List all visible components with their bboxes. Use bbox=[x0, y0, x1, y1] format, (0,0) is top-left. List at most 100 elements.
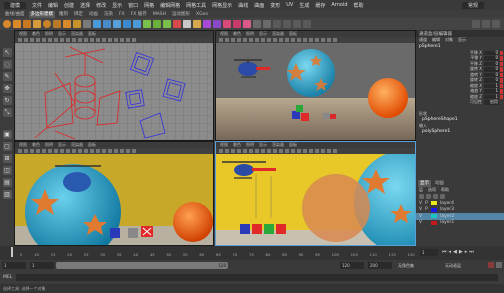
menu-file[interactable]: 文件 bbox=[32, 2, 42, 9]
play-back-icon[interactable]: ◀ bbox=[453, 249, 457, 255]
extrude-icon[interactable] bbox=[143, 20, 151, 28]
side-by-side-icon[interactable]: ◫ bbox=[2, 166, 12, 175]
menu-mesh-display[interactable]: 网格显示 bbox=[212, 2, 232, 9]
cb-menu-show[interactable]: 显示 bbox=[458, 37, 466, 43]
four-view-icon[interactable]: ⊞ bbox=[2, 154, 12, 163]
go-end-icon[interactable]: ⏭ bbox=[469, 249, 474, 255]
workspace-dropdown[interactable]: 建模 bbox=[4, 1, 27, 9]
menu-uv[interactable]: UV bbox=[286, 2, 293, 8]
bridge-icon[interactable] bbox=[153, 20, 161, 28]
tool-settings-icon[interactable] bbox=[482, 20, 490, 28]
visibility-toggle[interactable]: V bbox=[419, 201, 422, 206]
tab-fx-caching[interactable]: FX 缓存 bbox=[129, 11, 149, 18]
step-forward-icon[interactable]: ▸ bbox=[465, 249, 468, 255]
attr-editor-icon[interactable] bbox=[472, 20, 480, 28]
right-workspace-dropdown[interactable]: 常规 bbox=[461, 1, 484, 9]
visibility-toggle[interactable]: V bbox=[419, 214, 422, 219]
auto-key-icon[interactable] bbox=[488, 262, 494, 268]
range-slider[interactable]: 120 bbox=[56, 262, 228, 269]
bevel-icon[interactable] bbox=[163, 20, 171, 28]
tab-display-layers[interactable]: 显示 bbox=[418, 180, 431, 187]
tab-anim-layers[interactable]: 动画 bbox=[433, 180, 446, 187]
viewport-bottom-left[interactable]: 视图 着色 照明 显示 渲染器 面板 bbox=[14, 141, 214, 246]
anim-layer-dropdown[interactable]: 无动画层 bbox=[445, 262, 485, 269]
tab-xgen[interactable]: XGen bbox=[194, 11, 210, 18]
snap-grid-icon[interactable] bbox=[273, 20, 281, 28]
lasso-tool-icon[interactable]: ◌ bbox=[2, 60, 12, 69]
quad-draw-icon[interactable] bbox=[193, 20, 201, 28]
separate-icon[interactable] bbox=[103, 20, 111, 28]
current-frame-marker[interactable] bbox=[11, 247, 13, 257]
object-name[interactable]: pSphere1 bbox=[416, 43, 504, 50]
move-layer-up-icon[interactable] bbox=[419, 194, 424, 199]
viewport-bottom-right[interactable]: 视图 着色 照明 显示 渲染器 面板 bbox=[215, 141, 416, 246]
single-view-icon[interactable]: ▢ bbox=[2, 142, 12, 151]
rotate-tool-icon[interactable]: ↻ bbox=[2, 96, 12, 105]
hypershade-icon[interactable] bbox=[253, 20, 261, 28]
boolean-icon[interactable] bbox=[123, 20, 131, 28]
platonic-icon[interactable] bbox=[73, 20, 81, 28]
playback-end-field[interactable]: 120 bbox=[340, 262, 364, 269]
scale-tool-icon[interactable]: ⤡ bbox=[2, 108, 12, 117]
start-frame-field[interactable]: 1 bbox=[2, 262, 26, 269]
last-tool-icon[interactable]: ▣ bbox=[2, 130, 12, 139]
select-tool-icon[interactable]: ↖ bbox=[2, 48, 12, 57]
menu-cache[interactable]: 缓存 bbox=[315, 2, 325, 9]
cb-menu-object[interactable]: 对象 bbox=[445, 37, 453, 43]
menu-edit-mesh[interactable]: 编辑网格 bbox=[160, 2, 180, 9]
channel-row[interactable]: 可见性 启用 bbox=[416, 99, 504, 106]
menu-curves[interactable]: 曲线 bbox=[238, 2, 248, 9]
multicut-icon[interactable] bbox=[173, 20, 181, 28]
viewport-top-right[interactable]: 视图 着色 照明 显示 渲染器 面板 bbox=[215, 30, 416, 141]
poly-cylinder-icon[interactable] bbox=[23, 20, 31, 28]
move-layer-down-icon[interactable] bbox=[426, 194, 431, 199]
combine-icon[interactable] bbox=[93, 20, 101, 28]
anim-end-field[interactable]: 200 bbox=[368, 262, 392, 269]
render-icon[interactable] bbox=[223, 20, 231, 28]
target-weld-icon[interactable] bbox=[183, 20, 191, 28]
menu-display[interactable]: 显示 bbox=[112, 2, 122, 9]
step-back-icon[interactable]: ◂ bbox=[449, 249, 452, 255]
current-frame-field[interactable]: 1 bbox=[420, 249, 438, 256]
move-tool-icon[interactable]: ✥ bbox=[2, 84, 12, 93]
layer-color-swatch[interactable] bbox=[430, 207, 437, 212]
layer-menu-options[interactable]: 选项 bbox=[428, 187, 436, 193]
time-slider[interactable]: 5 10 15 20 25 30 35 40 45 50 55 60 65 70 75 80 85 90 9… bbox=[0, 246, 504, 260]
history-icon[interactable] bbox=[303, 20, 311, 28]
go-start-icon[interactable]: ⏮ bbox=[442, 249, 447, 255]
mirror-icon[interactable] bbox=[133, 20, 141, 28]
tab-poly-modeling[interactable]: 多边形建模 bbox=[28, 10, 56, 18]
character-set-dropdown[interactable]: 无角色集 bbox=[398, 262, 440, 269]
super-shape-icon[interactable] bbox=[83, 20, 91, 28]
layer-menu-layers[interactable]: 层 bbox=[419, 187, 423, 193]
layer-color-swatch[interactable] bbox=[431, 214, 438, 219]
smooth-icon[interactable] bbox=[113, 20, 121, 28]
uv-editor-icon[interactable] bbox=[203, 20, 211, 28]
poly-plane-icon[interactable] bbox=[53, 20, 61, 28]
playback-toggle[interactable]: P bbox=[425, 201, 428, 206]
tab-mash[interactable]: MASH bbox=[151, 11, 168, 18]
poly-sphere-icon[interactable] bbox=[3, 20, 11, 28]
new-layer-icon[interactable] bbox=[433, 194, 438, 199]
uv-planar-icon[interactable] bbox=[213, 20, 221, 28]
menu-arnold[interactable]: Arnold bbox=[331, 2, 347, 8]
render-settings-icon[interactable] bbox=[243, 20, 251, 28]
snap-curve-icon[interactable] bbox=[283, 20, 291, 28]
play-forward-icon[interactable]: ▶ bbox=[459, 249, 463, 255]
layer-menu-help[interactable]: 帮助 bbox=[441, 187, 449, 193]
menu-help[interactable]: 帮助 bbox=[354, 2, 364, 9]
tab-animation[interactable]: 动画 bbox=[87, 11, 100, 18]
layer-row-layer1[interactable]: V layer1 bbox=[416, 220, 504, 227]
menu-modify[interactable]: 修改 bbox=[96, 2, 106, 9]
ipr-icon[interactable] bbox=[233, 20, 241, 28]
mel-label[interactable]: MEL bbox=[3, 274, 12, 281]
prefs-icon[interactable] bbox=[496, 262, 502, 268]
tab-sculpting[interactable]: 雕刻 bbox=[57, 11, 70, 18]
new-layer-selected-icon[interactable] bbox=[440, 194, 445, 199]
menu-generate[interactable]: 生成 bbox=[299, 2, 309, 9]
input-node[interactable]: polySphere1 bbox=[416, 129, 504, 135]
menu-mesh-tools[interactable]: 网格工具 bbox=[186, 2, 206, 9]
layer-color-swatch[interactable] bbox=[431, 220, 438, 225]
tab-rendering[interactable]: 渲染 bbox=[102, 11, 115, 18]
poly-cube-icon[interactable] bbox=[13, 20, 21, 28]
